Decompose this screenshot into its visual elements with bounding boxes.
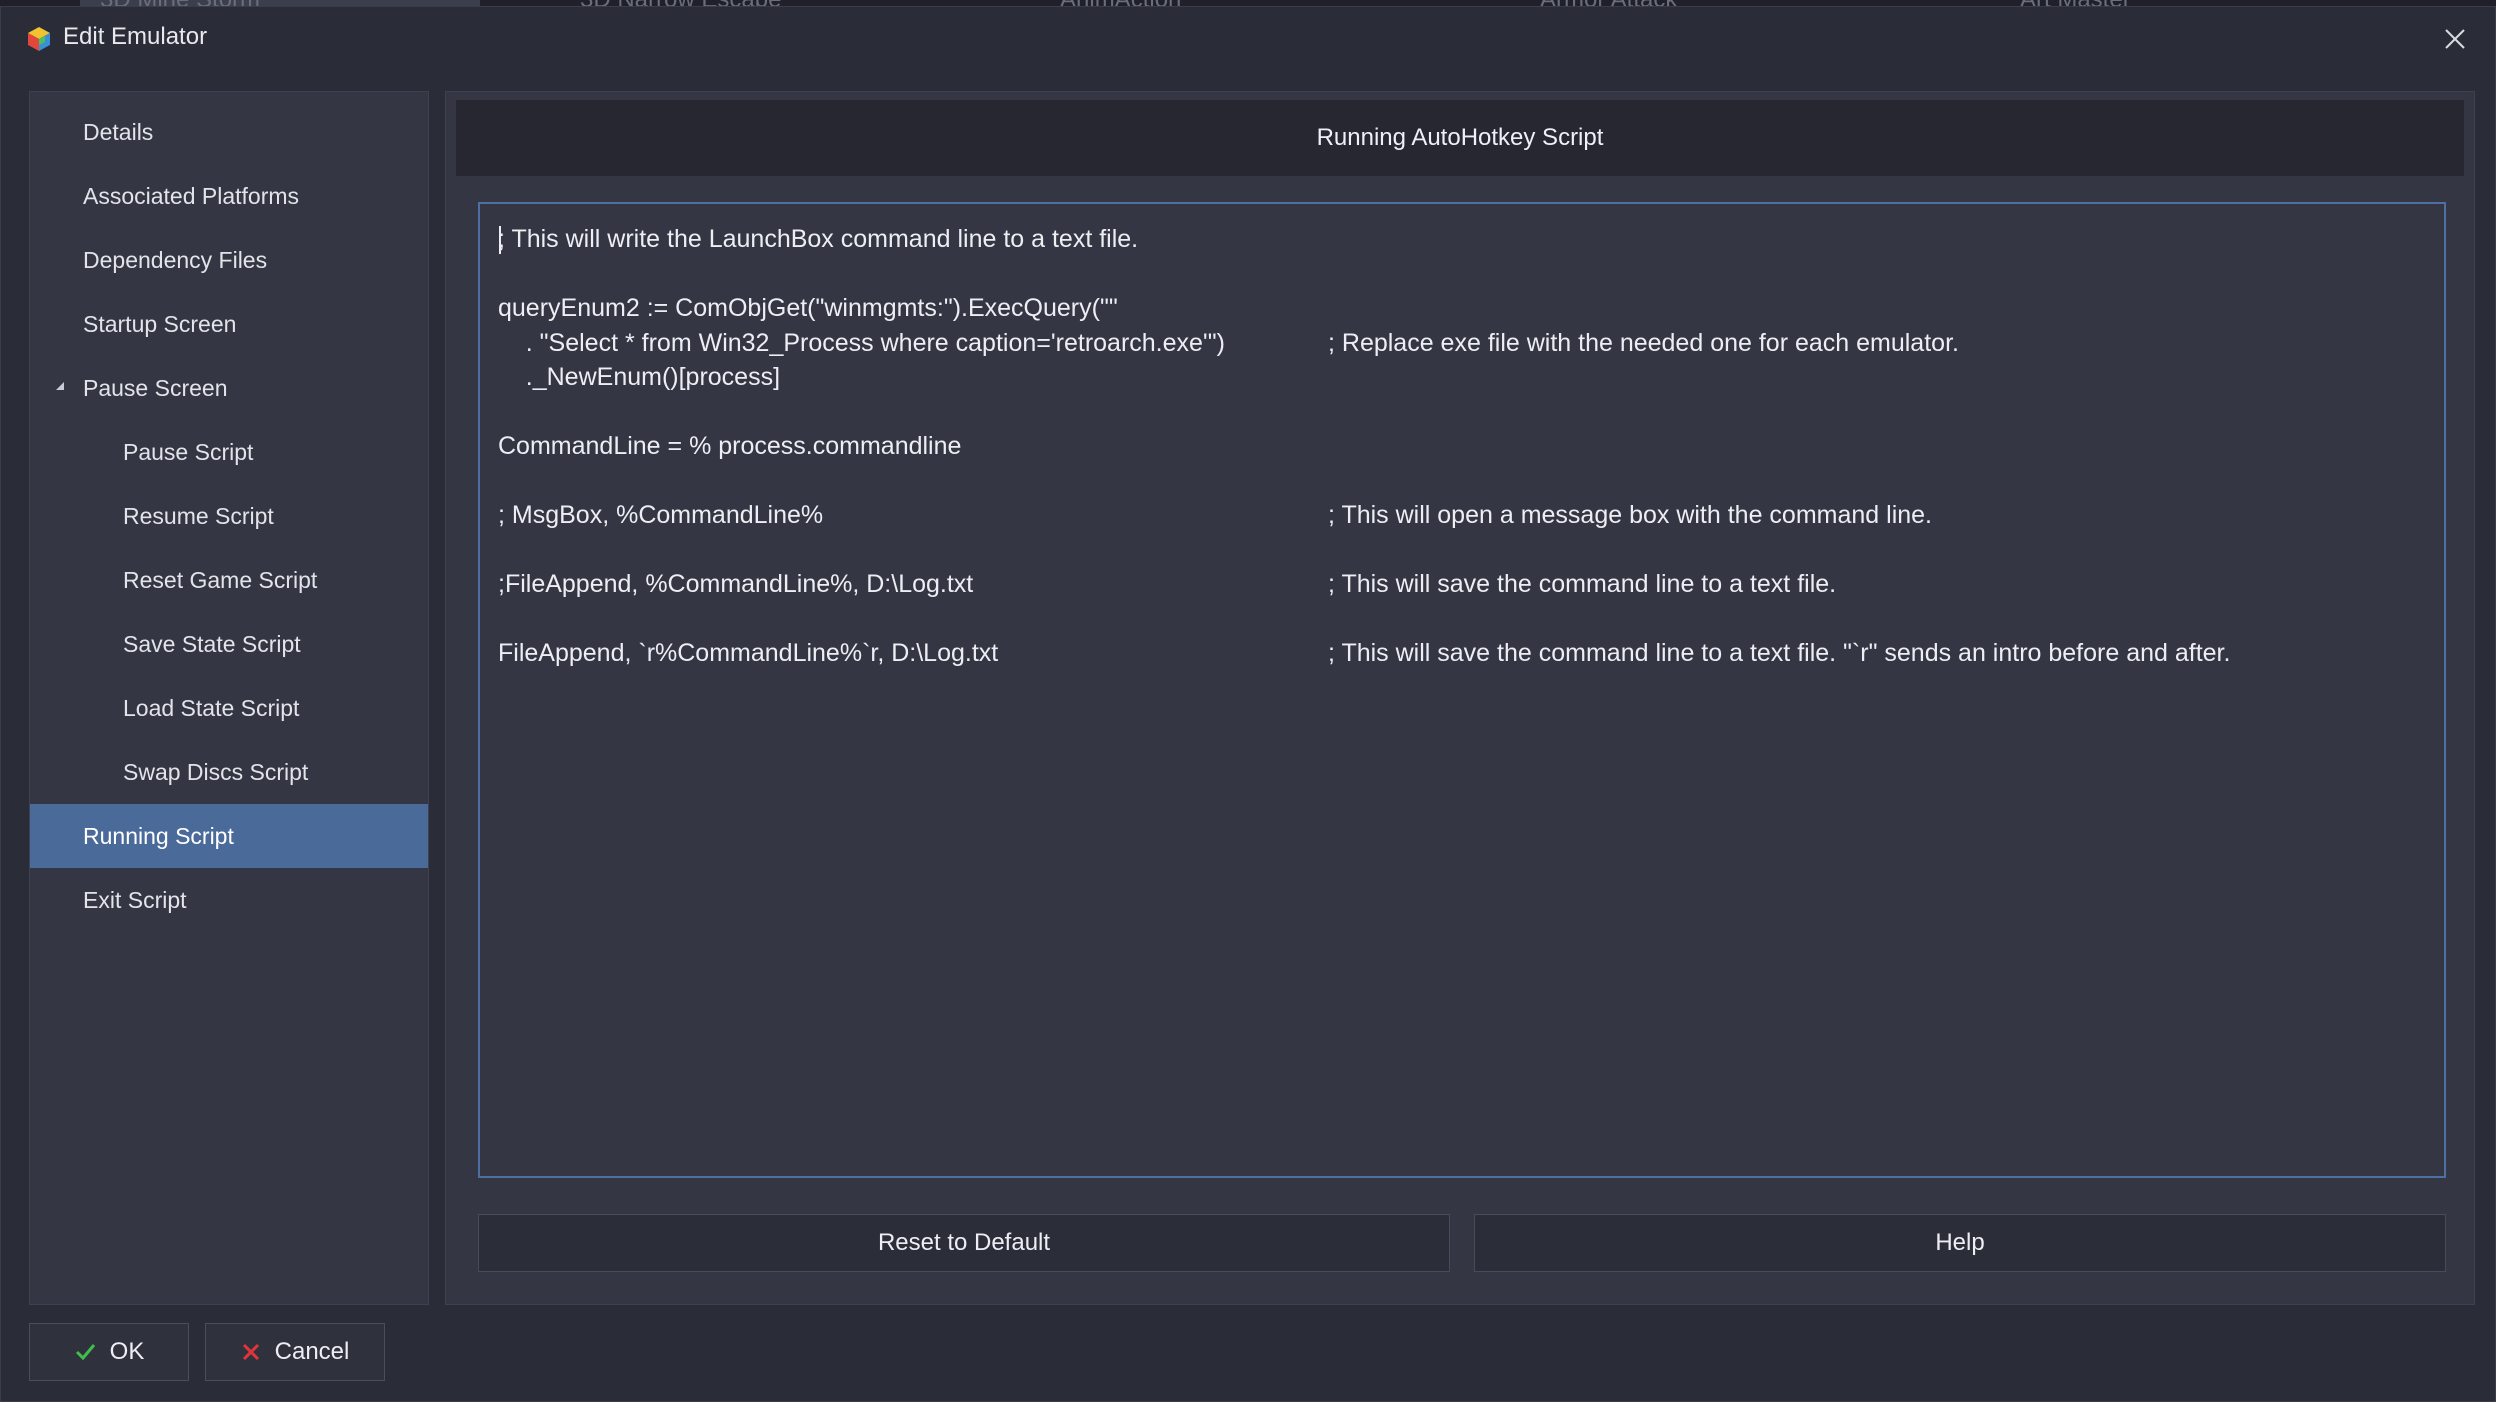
window-title: Edit Emulator	[63, 23, 208, 50]
section-header: Running AutoHotkey Script	[456, 100, 2464, 176]
nav-item-label: Load State Script	[123, 694, 300, 721]
nav-item-label: Pause Screen	[83, 374, 228, 401]
settings-nav-tree: Details Associated Platforms Dependency …	[29, 91, 429, 1305]
code-text: ;FileAppend, %CommandLine%, D:\Log.txt	[498, 570, 974, 598]
reset-button-label: Reset to Default	[877, 1229, 1051, 1256]
code-text: ; This will write the LaunchBox command …	[498, 225, 1139, 253]
code-text: queryEnum2 := ComObjGet("winmgmts:").Exe…	[498, 294, 1118, 322]
nav-item-label: Pause Script	[123, 438, 254, 465]
code-lines: ; This will write the LaunchBox command …	[498, 222, 2426, 671]
red-x-icon	[242, 1343, 259, 1361]
code-line: . "Select * from Win32_Process where cap…	[498, 326, 2426, 361]
ok-button-label: OK	[109, 1338, 145, 1365]
code-line: CommandLine = % process.commandline	[498, 429, 2426, 464]
nav-item-swap-discs-script[interactable]: Swap Discs Script	[30, 740, 428, 804]
checkmark-icon	[75, 1344, 95, 1361]
code-text: ; MsgBox, %CommandLine%	[498, 501, 824, 529]
code-text: CommandLine = % process.commandline	[498, 432, 962, 460]
nav-item-details[interactable]: Details	[30, 100, 428, 164]
expanded-triangle-icon[interactable]	[52, 378, 70, 396]
nav-item-label: Running Script	[83, 822, 234, 849]
nav-item-label: Details	[83, 118, 154, 145]
code-comment: ; This will open a message box with the …	[1328, 501, 1933, 529]
nav-item-associated-platforms[interactable]: Associated Platforms	[30, 164, 428, 228]
nav-item-label: Associated Platforms	[83, 182, 300, 209]
help-button[interactable]: Help	[1474, 1214, 2446, 1272]
title-bar: Edit Emulator	[1, 7, 2495, 71]
cancel-button[interactable]: Cancel	[205, 1323, 385, 1381]
help-button-label: Help	[1935, 1229, 1985, 1256]
reset-to-default-button[interactable]: Reset to Default	[478, 1214, 1450, 1272]
code-line: ._NewEnum()[process]	[498, 360, 2426, 395]
nav-item-exit-script[interactable]: Exit Script	[30, 868, 428, 932]
nav-item-load-state-script[interactable]: Load State Script	[30, 676, 428, 740]
nav-item-label: Startup Screen	[83, 310, 237, 337]
script-editor[interactable]: ; This will write the LaunchBox command …	[478, 202, 2446, 1178]
code-text: ._NewEnum()[process]	[498, 363, 781, 391]
nav-item-label: Swap Discs Script	[123, 758, 309, 785]
nav-item-reset-game-script[interactable]: Reset Game Script	[30, 548, 428, 612]
code-text: FileAppend, `r%CommandLine%`r, D:\Log.tx…	[498, 639, 999, 667]
code-line: queryEnum2 := ComObjGet("winmgmts:").Exe…	[498, 291, 2426, 326]
code-line: FileAppend, `r%CommandLine%`r, D:\Log.tx…	[498, 636, 2426, 671]
code-comment: ; Replace exe file with the needed one f…	[1328, 328, 1959, 357]
ok-button[interactable]: OK	[29, 1323, 189, 1381]
nav-item-label: Reset Game Script	[123, 566, 318, 593]
nav-item-pause-screen[interactable]: Pause Screen	[30, 356, 428, 420]
nav-item-startup-screen[interactable]: Startup Screen	[30, 292, 428, 356]
nav-item-label: Save State Script	[123, 630, 301, 657]
nav-item-label: Dependency Files	[83, 246, 268, 273]
close-icon	[2445, 29, 2465, 49]
nav-item-label: Exit Script	[83, 886, 187, 913]
code-comment: ; This will save the command line to a t…	[1328, 570, 1837, 598]
code-comment: ; This will save the command line to a t…	[1328, 639, 2231, 667]
close-button[interactable]	[2437, 21, 2473, 57]
code-line: ; MsgBox, %CommandLine% ; This will open …	[498, 498, 2426, 533]
content-panel: Running AutoHotkey Script ; This will wr…	[445, 91, 2475, 1305]
nav-item-label: Resume Script	[123, 502, 274, 529]
launchbox-app-icon	[28, 27, 50, 51]
code-line: ; This will write the LaunchBox command …	[498, 222, 2426, 257]
code-text: . "Select * from Win32_Process where cap…	[498, 328, 1225, 357]
cancel-button-label: Cancel	[274, 1338, 350, 1365]
nav-item-running-script[interactable]: Running Script	[30, 804, 428, 868]
nav-item-dependency-files[interactable]: Dependency Files	[30, 228, 428, 292]
code-line: ;FileAppend, %CommandLine%, D:\Log.txt ; …	[498, 567, 2426, 602]
nav-item-resume-script[interactable]: Resume Script	[30, 484, 428, 548]
nav-item-pause-script[interactable]: Pause Script	[30, 420, 428, 484]
nav-item-save-state-script[interactable]: Save State Script	[30, 612, 428, 676]
edit-emulator-dialog: Edit Emulator Details Associated Platfor…	[0, 6, 2496, 1402]
section-header-title: Running AutoHotkey Script	[1316, 124, 1604, 151]
